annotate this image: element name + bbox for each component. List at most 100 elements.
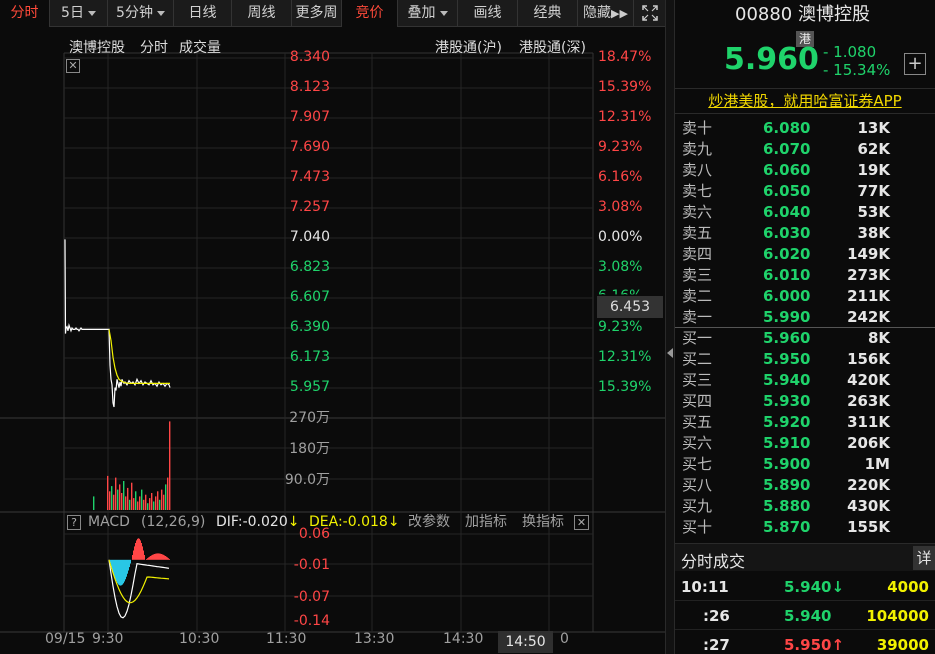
ask-row[interactable]: 卖十 6.080 13K [675,118,935,139]
ask-row[interactable]: 卖五 6.030 38K [675,223,935,244]
volume-bar [145,494,147,510]
arrow-down-icon: ↓ [831,578,845,596]
ask-volume: 77K [857,182,891,200]
bid-level-label: 买三 [682,371,713,389]
macd-histogram-bar [166,556,167,560]
macd-histogram-bar [156,553,157,560]
ask-volume: 38K [857,224,891,242]
add-indicator-button[interactable]: 加指标 [465,514,507,530]
macd-tick-label: -0.01 [293,557,330,573]
price-tick-label: 5.957 [289,379,330,395]
ask-row[interactable]: 卖二 6.000 211K [675,286,935,307]
trade-price: 5.950↑ [784,636,845,654]
bid-row[interactable]: 买六 5.910 206K [675,433,935,454]
percent-tick-label: 6.16% [598,169,643,185]
add-watchlist-button[interactable]: + [904,53,926,75]
macd-histogram-bar [125,559,126,580]
bid-row[interactable]: 买一 5.960 8K [675,328,935,349]
ask-row[interactable]: 卖一 5.990 242K [675,307,935,328]
bid-volume: 311K [847,413,890,431]
ask-level-label: 卖一 [682,308,713,326]
bid-row[interactable]: 买五 5.920 311K [675,412,935,433]
percent-tick-label: 12.31% [598,109,652,125]
bid-level-label: 买二 [682,350,713,368]
macd-histogram-bar [163,554,164,560]
volume-bar [157,491,159,510]
ask-price: 6.060 [763,161,811,179]
bid-row[interactable]: 买七 5.900 1M [675,454,935,475]
trades-detail-button[interactable]: 详 [913,546,935,570]
ask-row[interactable]: 卖九 6.070 62K [675,139,935,160]
ask-row[interactable]: 卖三 6.010 273K [675,265,935,286]
time-tick-label: 14:30 [443,631,484,647]
trade-row: :26 5.940 104000 [675,602,935,630]
bid-price: 5.930 [763,392,811,410]
price-tick-label: 7.040 [289,229,330,245]
macd-histogram-bar [138,538,139,560]
bid-price: 5.890 [763,476,811,494]
macd-histogram-bar [143,550,144,560]
price-line [64,239,171,408]
macd-histogram-bar [127,559,128,574]
volume-tick-label: 270万 [289,410,330,426]
macd-histogram-bar [139,538,140,560]
macd-name[interactable]: MACD [88,514,130,530]
ask-row[interactable]: 卖六 6.040 53K [675,202,935,223]
ask-level-label: 卖五 [682,224,713,242]
macd-histogram-bar [119,559,120,586]
switch-indicator-button[interactable]: 换指标 [522,514,564,530]
close-icon[interactable]: ✕ [66,59,80,73]
promo-banner[interactable]: 炒港美股，就用哈富证券APP [675,88,935,114]
ask-price: 6.000 [763,287,811,305]
bid-row[interactable]: 买八 5.890 220K [675,475,935,496]
macd-histogram-bar [149,556,150,560]
hk-connect-sh-link[interactable]: 港股通(沪) [435,37,502,57]
ask-row[interactable]: 卖七 6.050 77K [675,181,935,202]
macd-header: MACD (12,26,9) DIF:-0.020↓ DEA:-0.018↓ 改… [66,514,593,532]
macd-histogram-bar [148,557,149,560]
edit-params-button[interactable]: 改参数 [408,514,450,530]
volume-bar [153,501,155,510]
ask-price: 6.070 [763,140,811,158]
ask-price: 6.010 [763,266,811,284]
macd-histogram-bar [147,558,148,560]
ask-level-label: 卖九 [682,140,713,158]
close-icon[interactable]: ✕ [574,515,589,530]
bid-row[interactable]: 买三 5.940 420K [675,370,935,391]
macd-histogram-bar [137,538,138,560]
panel-collapse-handle[interactable] [665,0,675,654]
hk-connect-sz-link[interactable]: 港股通(深) [519,37,586,57]
bid-row[interactable]: 买二 5.950 156K [675,349,935,370]
macd-histogram-bar [160,553,161,560]
bid-level-label: 买九 [682,497,713,515]
bid-row[interactable]: 买九 5.880 430K [675,496,935,517]
macd-histogram-bar [114,559,115,577]
ask-row[interactable]: 卖四 6.020 149K [675,244,935,265]
ask-price: 5.990 [763,308,811,326]
macd-histogram-bar [157,553,158,560]
percent-tick-label: 3.08% [598,199,643,215]
macd-histogram-bar [141,543,142,560]
macd-histogram-bar [136,540,137,560]
macd-tick-label: -0.14 [293,613,330,629]
ask-volume: 149K [847,245,890,263]
ask-level-label: 卖七 [682,182,713,200]
bid-price: 5.900 [763,455,811,473]
macd-histogram-bar [121,559,122,586]
bid-volume: 155K [847,518,890,536]
macd-histogram-bar [117,559,118,584]
promo-link[interactable]: 炒港美股，就用哈富证券APP [708,92,901,110]
ask-row[interactable]: 卖八 6.060 19K [675,160,935,181]
bid-level-label: 买七 [682,455,713,473]
macd-histogram-bar [167,557,168,560]
macd-histogram-bar [154,554,155,560]
macd-dea: DEA:-0.018↓ [309,514,400,530]
ask-price: 6.020 [763,245,811,263]
trades-header: 分时成交 详 [675,543,935,571]
bid-volume: 8K [867,329,890,347]
volume-bar [113,494,115,510]
ask-level-label: 卖四 [682,245,713,263]
chart-canvas[interactable] [0,0,665,654]
bid-row[interactable]: 买四 5.930 263K [675,391,935,412]
bid-row[interactable]: 买十 5.870 155K [675,517,935,538]
